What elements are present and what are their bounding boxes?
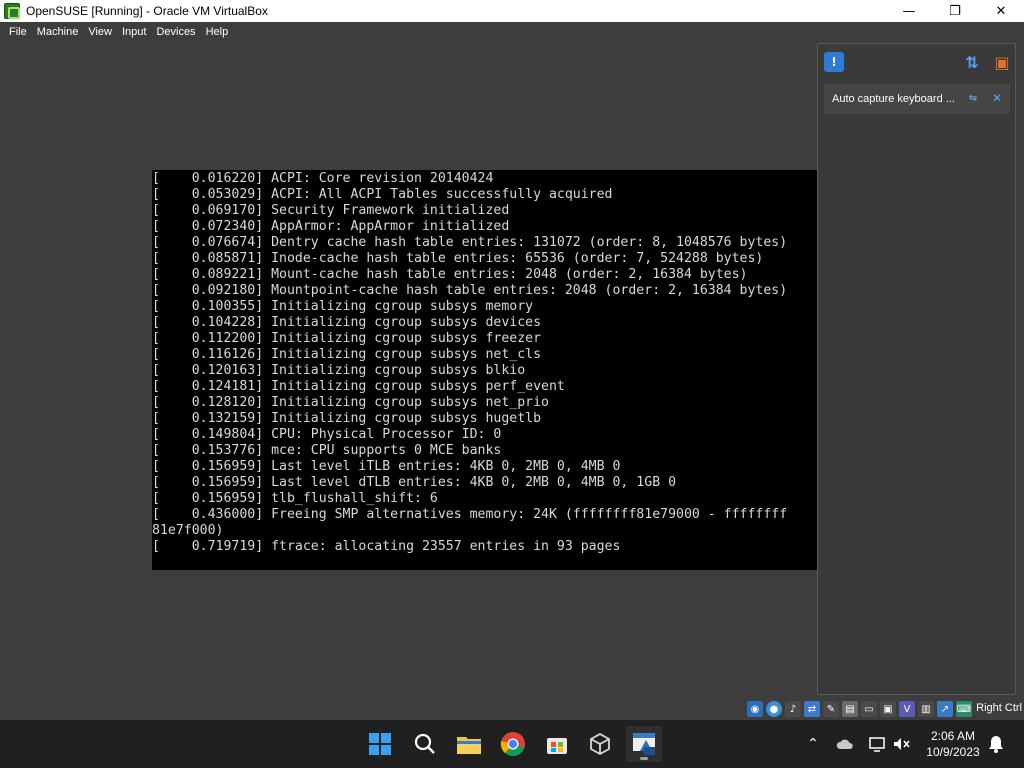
network-icon[interactable] — [867, 734, 887, 754]
display-icon[interactable]: ▭ — [861, 701, 877, 717]
usb-icon[interactable]: ✎ — [823, 701, 839, 717]
console-line: 81e7f000) — [152, 523, 224, 538]
status-indicators: ◉ ● ♪ ⇄ ✎ ▤ ▭ ▣ V ▥ ↗ ⌨ — [744, 701, 972, 717]
message-icon[interactable]: ! — [824, 52, 844, 72]
host-key-label: Right Ctrl — [976, 702, 1022, 714]
mouse-integration-icon[interactable]: ↗ — [937, 701, 953, 717]
menu-help[interactable]: Help — [201, 26, 234, 38]
console-line: [ 0.153776] mce: CPU supports 0 MCE bank… — [152, 443, 502, 458]
console-line: [ 0.719719] ftrace: allocating 23557 ent… — [152, 539, 621, 554]
notification-item[interactable]: Auto capture keyboard ... ⇋ ✕ — [824, 84, 1010, 114]
clock-date: 10/9/2023 — [926, 745, 980, 759]
optical-drive-icon[interactable]: ● — [766, 701, 782, 717]
console-line: [ 0.156959] Last level dTLB entries: 4KB… — [152, 475, 677, 490]
console-line: [ 0.016220] ACPI: Core revision 20140424 — [152, 171, 494, 186]
console-line: [ 0.085871] Inode-cache hash table entri… — [152, 251, 764, 266]
chevron-up-icon[interactable]: ⌃ — [803, 734, 823, 754]
title-bar: OpenSUSE [Running] - Oracle VM VirtualBo… — [0, 0, 1024, 22]
sort-icon[interactable]: ⇅ — [962, 52, 982, 72]
search-icon[interactable] — [407, 726, 443, 762]
active-app-indicator — [640, 757, 648, 760]
console-line: [ 0.116126] Initializing cgroup subsys n… — [152, 347, 542, 362]
menu-devices[interactable]: Devices — [151, 26, 200, 38]
keyboard-icon[interactable]: ⌨ — [956, 701, 972, 717]
guest-console[interactable]: [ 0.016220] ACPI: Core revision 20140424… — [152, 170, 817, 570]
console-line: [ 0.156959] tlb_flushall_shift: 6 — [152, 491, 438, 506]
console-line: [ 0.124181] Initializing cgroup subsys p… — [152, 379, 565, 394]
window-title: OpenSUSE [Running] - Oracle VM VirtualBo… — [26, 4, 268, 18]
vm-status-bar: ◉ ● ♪ ⇄ ✎ ▤ ▭ ▣ V ▥ ↗ ⌨ Right Ctrl — [0, 698, 1024, 720]
console-line: [ 0.128120] Initializing cgroup subsys n… — [152, 395, 549, 410]
network-icon[interactable]: ⇄ — [804, 701, 820, 717]
console-line: [ 0.132159] Initializing cgroup subsys h… — [152, 411, 542, 426]
minimize-button[interactable]: — — [886, 0, 932, 22]
shared-folders-icon[interactable]: ▤ — [842, 701, 858, 717]
notification-center: ! ⇅ ▣ Auto capture keyboard ... ⇋ ✕ — [817, 43, 1016, 695]
system-clock[interactable]: 2:06 AM 10/9/2023 — [918, 728, 988, 760]
notification-bell-icon[interactable] — [986, 734, 1006, 754]
volume-muted-icon[interactable] — [891, 734, 911, 754]
console-line: [ 0.072340] AppArmor: AppArmor initializ… — [152, 219, 510, 234]
maximize-button[interactable]: ❐ — [932, 0, 978, 22]
console-line: [ 0.076674] Dentry cache hash table entr… — [152, 235, 788, 250]
console-line: [ 0.069170] Security Framework initializ… — [152, 203, 510, 218]
console-line: [ 0.436000] Freeing SMP alternatives mem… — [152, 507, 788, 522]
onedrive-icon[interactable] — [835, 734, 855, 754]
virtualbox-icon[interactable] — [582, 726, 618, 762]
menu-view[interactable]: View — [83, 26, 117, 38]
close-button[interactable]: ✕ — [978, 0, 1024, 22]
clear-all-icon[interactable]: ▣ — [992, 52, 1012, 72]
menu-file[interactable]: File — [4, 26, 32, 38]
console-line: [ 0.089221] Mount-cache hash table entri… — [152, 267, 748, 282]
microsoft-store-icon[interactable] — [539, 726, 575, 762]
console-line: [ 0.104228] Initializing cgroup subsys d… — [152, 315, 542, 330]
console-line: [ 0.156959] Last level iTLB entries: 4KB… — [152, 459, 621, 474]
menu-machine[interactable]: Machine — [32, 26, 84, 38]
video-capture-icon[interactable]: ▣ — [880, 701, 896, 717]
windows-start-icon[interactable] — [362, 726, 398, 762]
hard-disk-icon[interactable]: ◉ — [747, 701, 763, 717]
file-explorer-icon[interactable] — [451, 726, 487, 762]
console-line: [ 0.100355] Initializing cgroup subsys m… — [152, 299, 534, 314]
chrome-icon[interactable] — [495, 726, 531, 762]
menu-input[interactable]: Input — [117, 26, 151, 38]
notification-settings-icon[interactable]: ⇋ — [966, 91, 980, 105]
recording-icon[interactable]: V — [899, 701, 915, 717]
close-icon[interactable]: ✕ — [990, 91, 1004, 105]
windows-taskbar: ⌃ 2:06 AM 10/9/2023 — [0, 720, 1024, 768]
console-output: [ 0.016220] ACPI: Core revision 20140424… — [152, 171, 787, 555]
cpu-icon[interactable]: ▥ — [918, 701, 934, 717]
console-line: [ 0.149804] CPU: Physical Processor ID: … — [152, 427, 502, 442]
vm-display[interactable]: [ 0.016220] ACPI: Core revision 20140424… — [0, 42, 1024, 698]
console-line: [ 0.092180] Mountpoint-cache hash table … — [152, 283, 788, 298]
virtualbox-vm-icon[interactable] — [626, 726, 662, 762]
console-line: [ 0.053029] ACPI: All ACPI Tables succes… — [152, 187, 613, 202]
clock-time: 2:06 AM — [930, 729, 976, 743]
console-line: [ 0.120163] Initializing cgroup subsys b… — [152, 363, 526, 378]
notification-toolbar: ! ⇅ ▣ — [818, 44, 1015, 78]
audio-icon[interactable]: ♪ — [785, 701, 801, 717]
console-line: [ 0.112200] Initializing cgroup subsys f… — [152, 331, 542, 346]
virtualbox-app-icon — [4, 3, 20, 19]
menu-bar: File Machine View Input Devices Help — [0, 22, 1024, 42]
window-controls: — ❐ ✕ — [886, 0, 1024, 22]
notification-message: Auto capture keyboard ... — [832, 93, 955, 105]
